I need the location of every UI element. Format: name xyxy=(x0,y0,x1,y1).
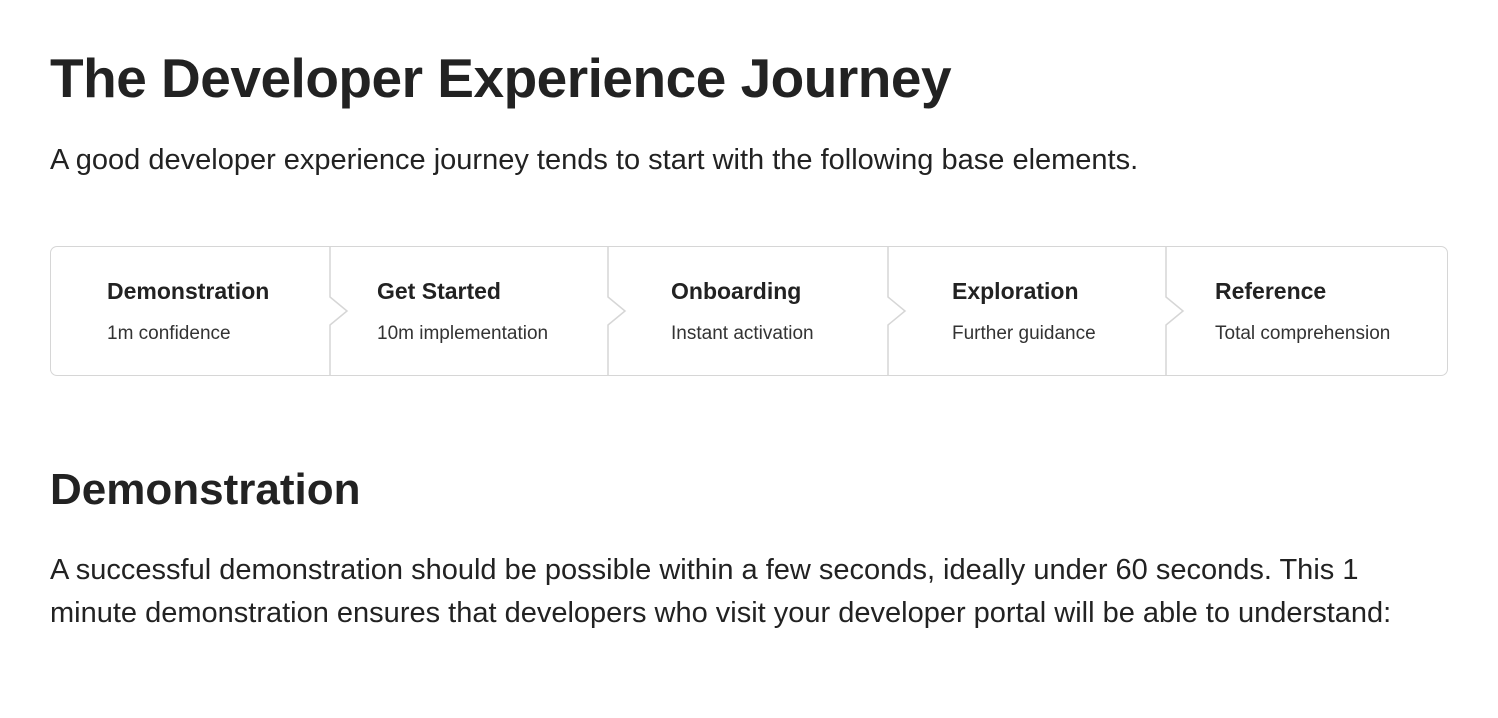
section-paragraph: A successful demonstration should be pos… xyxy=(50,554,1392,629)
step-subtitle: 10m implementation xyxy=(377,323,549,344)
step-subtitle: Further guidance xyxy=(952,323,1096,344)
journey-step-reference[interactable]: Reference Total comprehension xyxy=(1167,247,1447,375)
journey-step-get-started[interactable]: Get Started 10m implementation xyxy=(331,247,609,375)
step-subtitle: 1m confidence xyxy=(107,323,231,344)
page-title: The Developer Experience Journey xyxy=(50,47,952,109)
journey-step-onboarding[interactable]: Onboarding Instant activation xyxy=(609,247,889,375)
step-title: Onboarding xyxy=(671,278,802,304)
step-title: Exploration xyxy=(952,278,1079,304)
journey-steps: Demonstration 1m confidence Get Started … xyxy=(50,246,1448,376)
step-subtitle: Total comprehension xyxy=(1215,323,1391,344)
step-title: Reference xyxy=(1215,278,1327,304)
intro-paragraph: A good developer experience journey tend… xyxy=(50,144,1139,176)
journey-step-exploration[interactable]: Exploration Further guidance xyxy=(889,247,1167,375)
step-title: Get Started xyxy=(377,278,501,304)
step-title: Demonstration xyxy=(107,278,270,304)
section-heading: Demonstration xyxy=(50,465,361,514)
step-subtitle: Instant activation xyxy=(671,323,814,344)
journey-step-demonstration[interactable]: Demonstration 1m confidence xyxy=(51,247,331,375)
